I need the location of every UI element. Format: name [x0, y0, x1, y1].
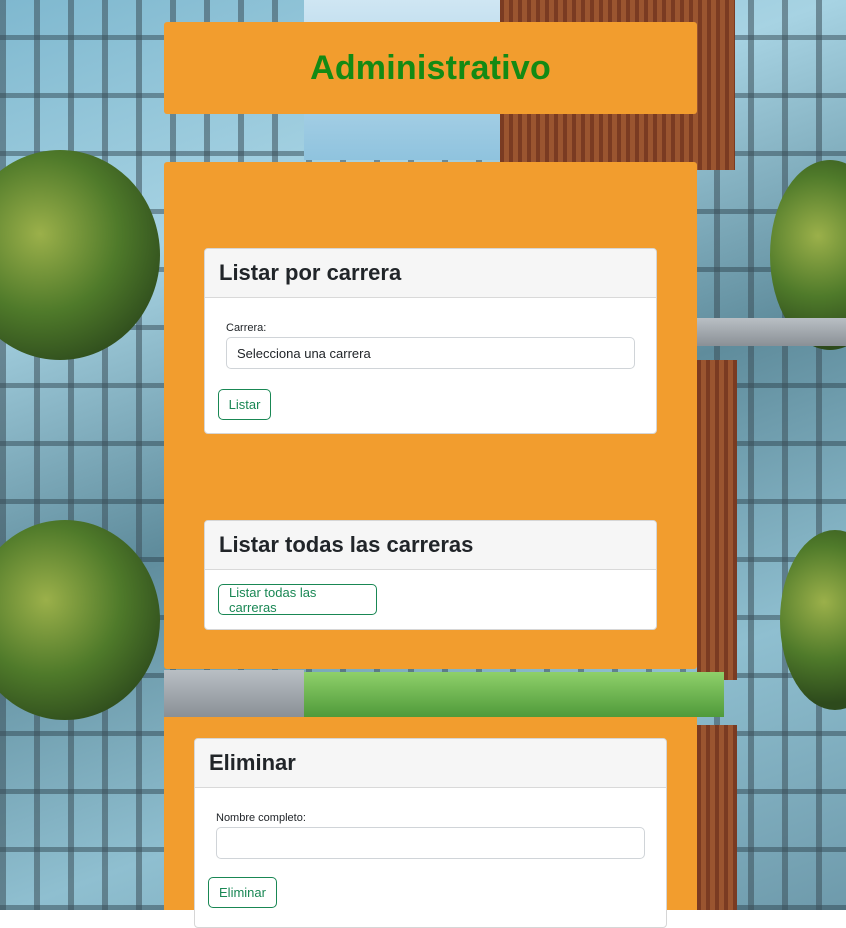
eliminar-card: Eliminar Nombre completo: Eliminar — [194, 738, 667, 928]
card-header: Listar todas las carreras — [205, 521, 656, 570]
carrera-select-value: Selecciona una carrera — [237, 345, 371, 361]
eliminar-button[interactable]: Eliminar — [208, 877, 277, 908]
card-title: Eliminar — [209, 750, 296, 775]
bottom-panel: Eliminar Nombre completo: Eliminar — [164, 717, 697, 928]
nombre-completo-input[interactable] — [216, 827, 645, 859]
header-panel: Administrativo — [164, 22, 697, 114]
carrera-select[interactable]: Selecciona una carrera — [226, 337, 635, 369]
page-title: Administrativo — [310, 48, 551, 87]
listar-todas-card: Listar todas las carreras Listar todas l… — [204, 520, 657, 630]
listar-todas-button[interactable]: Listar todas las carreras — [218, 584, 377, 615]
listar-button[interactable]: Listar — [218, 389, 271, 420]
card-title: Listar todas las carreras — [219, 532, 474, 557]
listar-por-carrera-card: Listar por carrera Carrera: Selecciona u… — [204, 248, 657, 434]
carrera-label: Carrera: — [226, 322, 267, 334]
card-header: Eliminar — [195, 739, 666, 788]
nombre-completo-label: Nombre completo: — [216, 812, 306, 824]
card-title: Listar por carrera — [219, 260, 402, 285]
card-header: Listar por carrera — [205, 249, 656, 298]
main-panel: Listar por carrera Carrera: Selecciona u… — [164, 162, 697, 669]
